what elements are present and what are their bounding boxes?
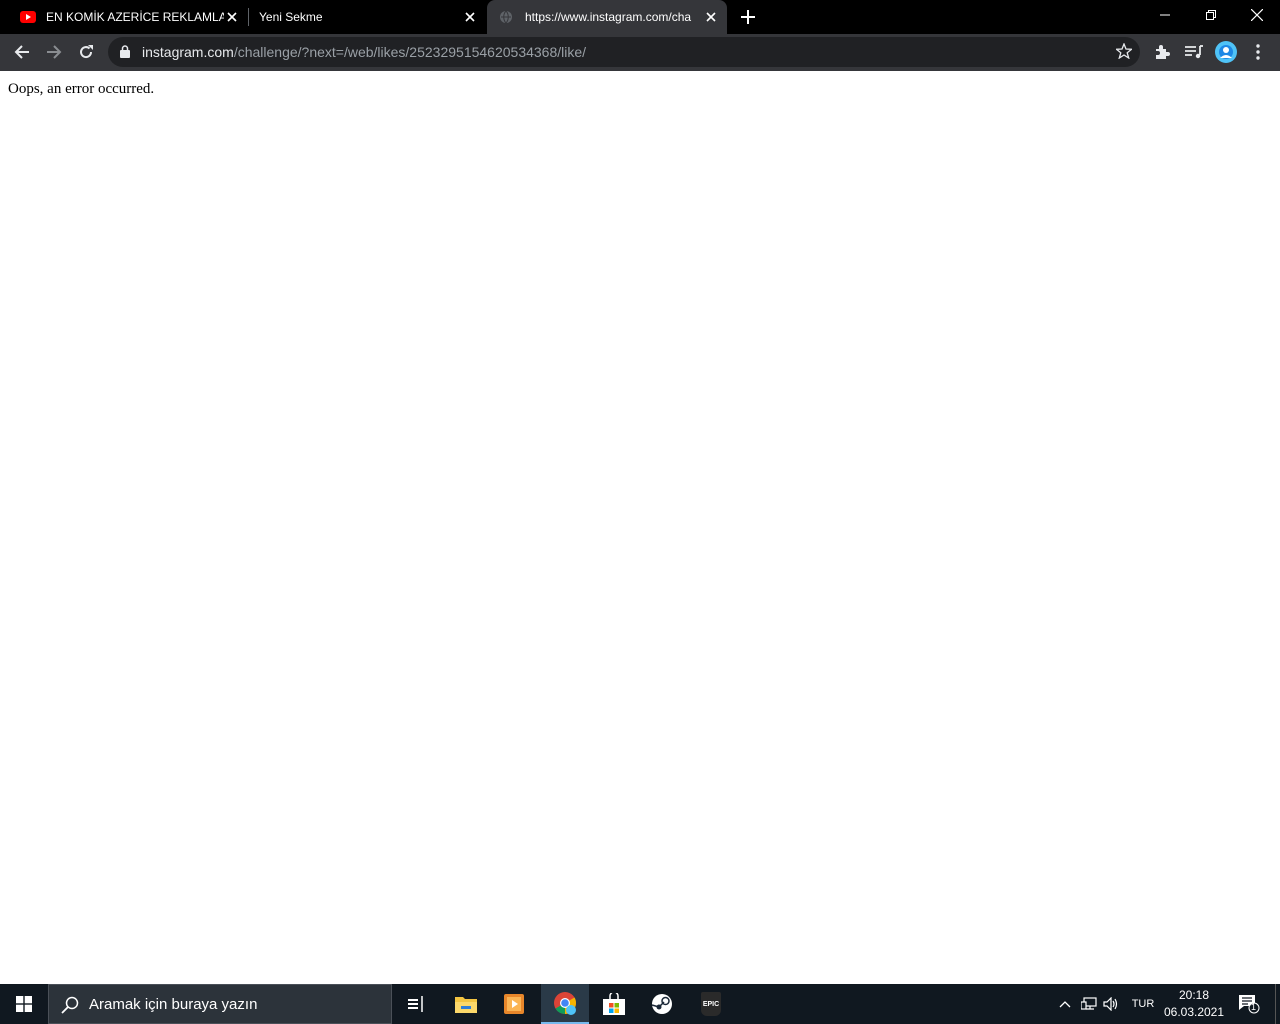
plus-icon	[741, 10, 755, 24]
close-tab-icon[interactable]	[703, 9, 719, 25]
forward-button[interactable]	[40, 38, 68, 66]
minimize-icon	[1160, 14, 1170, 16]
network-icon	[1081, 997, 1097, 1010]
new-tab-button[interactable]	[736, 5, 760, 29]
volume-button[interactable]	[1100, 984, 1122, 1024]
windows-logo-icon	[16, 996, 32, 1012]
minimize-button[interactable]	[1142, 0, 1188, 30]
media-player-button[interactable]	[490, 984, 538, 1024]
browser-toolbar: instagram.com/challenge/?next=/web/likes…	[0, 34, 1280, 71]
puzzle-icon	[1156, 45, 1170, 59]
reload-button[interactable]	[72, 38, 100, 66]
media-controls-button[interactable]	[1180, 38, 1208, 66]
chevron-up-icon	[1059, 1001, 1071, 1008]
restore-icon	[1206, 10, 1216, 20]
tab-youtube[interactable]: EN KOMİK AZERİCE REKLAMLAR	[12, 0, 248, 34]
close-tab-icon[interactable]	[462, 9, 478, 25]
taskbar-clock[interactable]: 20:18 06.03.2021	[1162, 984, 1226, 1024]
clock-date: 06.03.2021	[1163, 1005, 1225, 1019]
lock-icon[interactable]	[120, 45, 130, 63]
file-explorer-button[interactable]	[442, 984, 490, 1024]
close-window-button[interactable]	[1234, 0, 1280, 30]
file-explorer-icon	[455, 997, 477, 1013]
network-button[interactable]	[1078, 984, 1100, 1024]
restore-button[interactable]	[1188, 0, 1234, 30]
epic-games-button[interactable]: EPIC	[687, 984, 735, 1024]
notification-count-badge: 1	[1251, 1002, 1257, 1012]
tab-title: EN KOMİK AZERİCE REKLAMLAR	[46, 10, 224, 24]
task-view-button[interactable]	[392, 984, 440, 1024]
page-content: Oops, an error occurred.	[0, 71, 1280, 984]
steam-icon	[651, 994, 672, 1014]
show-desktop-button[interactable]	[1275, 984, 1280, 1024]
task-view-icon	[408, 996, 423, 1012]
address-bar[interactable]: instagram.com/challenge/?next=/web/likes…	[108, 37, 1140, 67]
chrome-menu-button[interactable]	[1244, 38, 1272, 66]
error-message: Oops, an error occurred.	[8, 81, 155, 97]
tab-new-tab[interactable]: Yeni Sekme	[250, 0, 486, 34]
bookmark-star-icon[interactable]	[1114, 42, 1134, 64]
address-url[interactable]: instagram.com/challenge/?next=/web/likes…	[142, 44, 586, 60]
more-vert-icon	[1256, 44, 1260, 60]
epic-label: EPIC	[702, 1000, 720, 1008]
globe-icon	[499, 9, 515, 25]
arrow-right-icon	[47, 45, 62, 59]
show-hidden-icons-button[interactable]	[1054, 984, 1076, 1024]
start-button[interactable]	[0, 984, 48, 1024]
tab-title: https://www.instagram.com/cha	[525, 10, 692, 24]
action-center-button[interactable]: 1	[1234, 984, 1264, 1024]
browser-tab-strip: EN KOMİK AZERİCE REKLAMLAR Yeni Sekme ht…	[0, 0, 1280, 34]
tab-title: Yeni Sekme	[259, 10, 323, 24]
epic-games-icon: EPIC	[701, 992, 721, 1016]
store-button[interactable]	[590, 984, 638, 1024]
chrome-icon	[554, 992, 576, 1015]
queue-music-icon	[1185, 45, 1203, 59]
taskbar-search-box[interactable]: Aramak için buraya yazın	[48, 984, 392, 1024]
url-path: /challenge/?next=/web/likes/252329515462…	[233, 44, 587, 60]
arrow-left-icon	[14, 45, 29, 59]
extensions-button[interactable]	[1148, 38, 1176, 66]
profile-avatar-button[interactable]	[1212, 38, 1240, 66]
media-player-icon	[504, 994, 524, 1014]
language-indicator[interactable]: TUR	[1126, 984, 1160, 1024]
avatar	[1215, 41, 1237, 63]
search-icon	[61, 996, 79, 1019]
search-placeholder: Aramak için buraya yazın	[89, 996, 258, 1013]
close-tab-icon[interactable]	[224, 9, 240, 25]
chrome-taskbar-button[interactable]	[541, 984, 589, 1024]
tab-instagram[interactable]: https://www.instagram.com/cha	[487, 0, 727, 34]
reload-icon	[80, 45, 93, 59]
back-button[interactable]	[8, 38, 36, 66]
windows-taskbar: Aramak için buraya yazın EPIC TUR 20:18 …	[0, 984, 1280, 1024]
url-host: instagram.com	[142, 44, 234, 60]
tab-separator	[248, 8, 249, 26]
notification-icon	[1239, 995, 1260, 1014]
store-icon	[603, 993, 625, 1015]
close-icon	[1251, 9, 1263, 21]
youtube-icon	[20, 9, 36, 25]
speaker-icon	[1103, 997, 1118, 1011]
steam-button[interactable]	[638, 984, 686, 1024]
clock-time: 20:18	[1178, 988, 1210, 1002]
